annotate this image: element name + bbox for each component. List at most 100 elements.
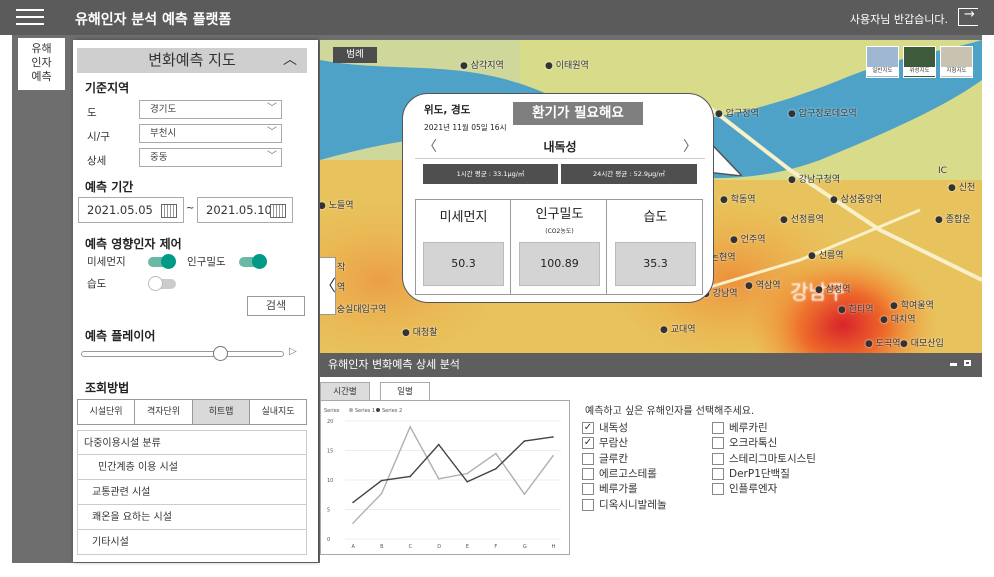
x-tick-label: F <box>494 544 497 550</box>
minimize-icon[interactable] <box>950 363 957 366</box>
start-date-input[interactable]: 2021.05.05 <box>78 197 184 223</box>
checkbox[interactable] <box>712 422 724 434</box>
factor-option-label: 내독성 <box>599 422 628 434</box>
factor-option[interactable]: DerP1단백질 <box>712 467 790 481</box>
province-select[interactable]: 경기도 ﹀ <box>139 100 282 119</box>
data-point <box>523 493 526 495</box>
nav-tab-prediction[interactable]: 유해 인자 예측 <box>18 38 65 90</box>
checkbox[interactable] <box>582 483 594 496</box>
city-value: 부천시 <box>150 128 177 139</box>
checkbox[interactable] <box>712 452 724 465</box>
panel-header[interactable]: 변화예측 지도 ︿ <box>77 48 307 73</box>
player-handle[interactable] <box>212 346 228 361</box>
menu-icon[interactable] <box>16 9 44 25</box>
map-label: ● 종합운 <box>935 215 971 225</box>
player-heading: 예측 플레이어 <box>85 329 156 343</box>
logout-icon[interactable] <box>958 7 978 26</box>
facility-list-item[interactable]: 민간계층 이용 시설 <box>77 455 307 480</box>
metric-dust: 미세먼지 50.3 <box>416 200 511 294</box>
player-track[interactable] <box>81 351 284 357</box>
chevron-left-icon[interactable]: 〈 <box>423 135 437 159</box>
map-label: ● 신천 <box>948 183 976 193</box>
play-icon[interactable]: ▷ <box>289 346 297 357</box>
start-date-value: 2021.05.05 <box>87 203 153 217</box>
map-type-terrain[interactable]: 지형지도 <box>940 46 973 78</box>
query-tab-indoor[interactable]: 실내지도 <box>249 399 307 425</box>
checkbox[interactable]: ✓ <box>582 422 594 434</box>
metric-value: 100.89 <box>519 242 600 286</box>
x-tick-label: B <box>380 544 384 550</box>
metric-value: 50.3 <box>423 242 504 286</box>
collapse-panel-icon[interactable]: 〈 <box>320 257 336 315</box>
factor-option[interactable]: 베루가롤 <box>582 482 638 496</box>
facility-list-item[interactable]: 쾌온을 요하는 시설 <box>77 505 307 530</box>
detail-select[interactable]: 중동 ﹀ <box>139 148 282 167</box>
map-label: ● 압구정역 <box>715 109 759 119</box>
factor-option[interactable]: ✓ 내독성 <box>582 421 628 435</box>
toggle-knob <box>161 254 176 269</box>
checkbox[interactable] <box>712 483 724 496</box>
map-label: ● 도곡역 <box>865 339 901 349</box>
data-point <box>552 455 554 457</box>
map-type-normal[interactable]: 일반지도 <box>866 46 899 78</box>
end-date-input[interactable]: 2021.05.10 <box>197 197 293 223</box>
factor-option[interactable]: 글루칸 <box>582 452 628 466</box>
factor-option[interactable]: ✓ 무람산 <box>582 436 628 450</box>
legend-label: Series 2 <box>382 408 402 414</box>
checkbox[interactable] <box>582 452 594 465</box>
tab-daily[interactable]: 일별 <box>380 382 430 400</box>
facility-list-item[interactable]: 교통관련 시설 <box>77 480 307 505</box>
query-tab-heatmap[interactable]: 히트맵 <box>192 399 250 425</box>
map-type-satellite[interactable]: 위성지도 <box>903 46 936 78</box>
factor-option-label: 스테리그마토시스틴 <box>729 452 816 465</box>
city-select[interactable]: 부천시 ﹀ <box>139 124 282 143</box>
facility-category-header[interactable]: 다중이용시설 분류 <box>77 430 307 455</box>
x-tick-label: E <box>466 544 469 550</box>
factor-heading: 예측 영향인자 제어 <box>85 237 182 251</box>
factor-option[interactable]: 오크라톡신 <box>712 436 777 450</box>
factor-option[interactable]: 스테리그마토시스틴 <box>712 452 816 466</box>
checkbox[interactable] <box>712 467 724 480</box>
data-point <box>352 522 354 524</box>
y-tick-label: 0 <box>327 537 330 543</box>
chart-svg: Series Series 1 Series 2 0 5 10 15 20 A B C D E F G H <box>324 408 561 550</box>
calendar-icon[interactable] <box>161 204 177 218</box>
analysis-header: 유해인자 변화예측 상세 분석 <box>320 353 982 377</box>
factor-option[interactable]: 에르고스테롤 <box>582 467 657 481</box>
data-point <box>437 478 440 480</box>
factor-select-prompt: 예측하고 싶은 유해인자를 선택해주세요. <box>585 406 755 417</box>
facility-list-item[interactable]: 기타시설 <box>77 530 307 555</box>
chart-title: Series <box>324 408 340 414</box>
y-tick-label: 10 <box>327 478 333 484</box>
query-tab-facility[interactable]: 시설단위 <box>77 399 135 425</box>
factor-label-dust: 미세먼지 <box>87 256 126 268</box>
density-toggle[interactable] <box>239 254 267 269</box>
search-button[interactable]: 검색 <box>247 296 305 316</box>
factor-option-label: 오크라톡신 <box>729 437 778 450</box>
metric-name: 미세먼지 <box>439 210 488 225</box>
humidity-toggle[interactable] <box>148 276 176 291</box>
data-point <box>380 492 383 495</box>
maximize-icon[interactable] <box>964 360 971 366</box>
checkbox[interactable] <box>712 437 724 450</box>
checkbox[interactable] <box>582 467 594 480</box>
metric-name: 인구밀도 <box>535 207 584 222</box>
calendar-icon[interactable] <box>270 204 286 218</box>
factor-option[interactable]: 디옥시니발레놀 <box>582 498 667 512</box>
dust-toggle[interactable] <box>148 254 176 269</box>
chevron-right-icon[interactable]: 〉 <box>683 135 697 159</box>
nav-tab-line: 인자 <box>31 56 52 69</box>
factor-option-label: 인플루엔자 <box>729 483 778 496</box>
checkbox[interactable] <box>582 498 594 511</box>
tab-hourly[interactable]: 시간별 <box>320 382 370 400</box>
data-point <box>495 452 497 455</box>
checkbox[interactable]: ✓ <box>582 437 594 450</box>
query-heading: 조회방법 <box>85 381 130 395</box>
factor-option[interactable]: 베루카린 <box>712 421 768 435</box>
region-label-do: 도 <box>87 107 97 119</box>
query-tab-grid[interactable]: 격자단위 <box>134 399 193 425</box>
factor-option[interactable]: 인플루엔자 <box>712 482 777 496</box>
legend-button[interactable]: 범례 <box>333 47 377 63</box>
x-tick-label: G <box>523 544 527 550</box>
chevron-up-icon[interactable]: ︿ <box>283 48 297 73</box>
